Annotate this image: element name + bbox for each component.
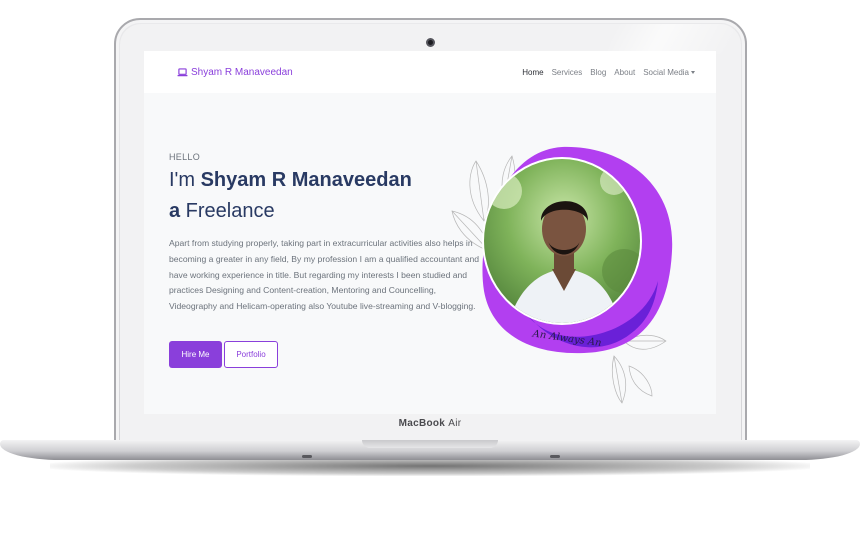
nav-link-home[interactable]: Home [522, 68, 543, 77]
headline-prefix: I'm [169, 169, 201, 191]
navbar: Shyam R Manaveedan Home Services Blog Ab… [144, 51, 716, 93]
nav-link-services[interactable]: Services [552, 68, 583, 77]
portfolio-button[interactable]: Portfolio [224, 341, 278, 368]
hero-role: Freelance [180, 200, 275, 222]
chevron-down-icon [691, 70, 695, 74]
nav-brand[interactable]: Shyam R Manaveedan [177, 67, 293, 78]
device-brand: MacBook [398, 418, 446, 429]
hero-name: Shyam R Manaveedan [200, 169, 412, 191]
hero-headline: I'm Shyam R Manaveedan a Freelance [169, 165, 484, 227]
laptop-icon [177, 67, 188, 76]
nav-links: Home Services Blog About Social Media [522, 68, 695, 77]
nav-link-blog[interactable]: Blog [590, 68, 606, 77]
profile-artwork: An Always An [451, 146, 673, 404]
role-prefix: a [169, 200, 181, 222]
hero-text: HELLO I'm Shyam R Manaveedan a Freelance… [169, 152, 484, 315]
website-screen: Shyam R Manaveedan Home Services Blog Ab… [144, 51, 716, 414]
device-brand-label: MacBook Air [360, 418, 500, 429]
nav-dropdown-social-media[interactable]: Social Media [643, 68, 695, 77]
laptop-foot [550, 455, 560, 458]
hero-buttons: Hire Me Portfolio [169, 341, 278, 368]
screen-glare [606, 24, 738, 54]
laptop-foot [302, 455, 312, 458]
nav-link-about[interactable]: About [614, 68, 635, 77]
hero-bio: Apart from studying properly, taking par… [169, 238, 480, 312]
nav-brand-name: Shyam R Manaveedan [191, 66, 293, 78]
camera-icon [426, 38, 435, 47]
nav-link-social-media: Social Media [643, 67, 689, 77]
hero-greeting: HELLO [169, 152, 201, 162]
device-model: Air [448, 418, 462, 429]
laptop-notch [362, 440, 498, 448]
hire-me-button[interactable]: Hire Me [169, 341, 222, 368]
